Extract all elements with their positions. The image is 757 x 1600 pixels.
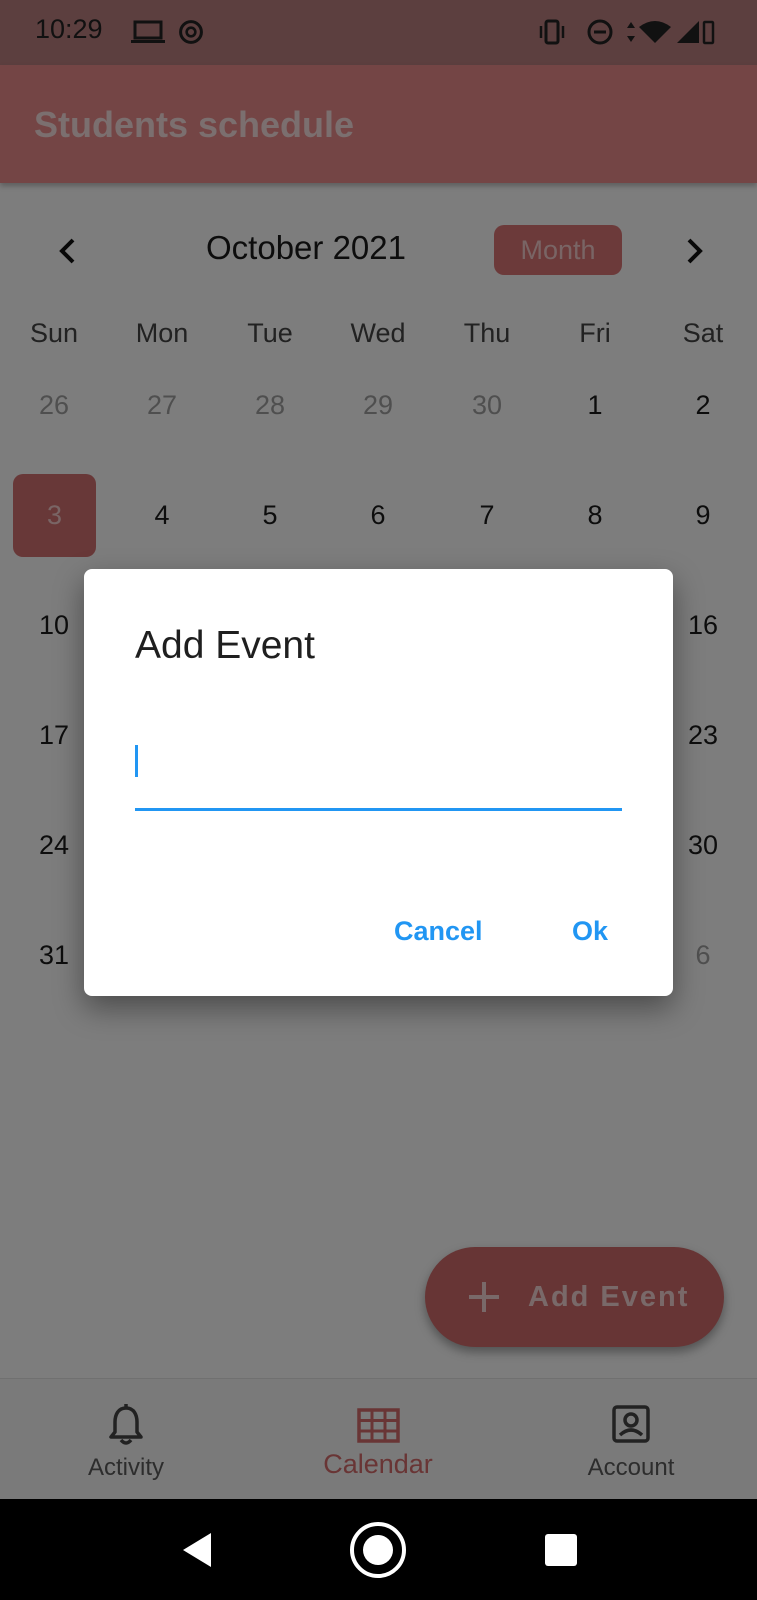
ok-button[interactable]: Ok — [564, 910, 616, 953]
home-icon[interactable] — [349, 1521, 407, 1579]
event-title-input[interactable] — [135, 730, 622, 811]
cancel-button[interactable]: Cancel — [386, 910, 491, 953]
dialog-title: Add Event — [135, 624, 315, 667]
recents-icon[interactable] — [545, 1534, 577, 1566]
text-cursor — [135, 745, 138, 777]
back-icon[interactable] — [181, 1531, 213, 1569]
